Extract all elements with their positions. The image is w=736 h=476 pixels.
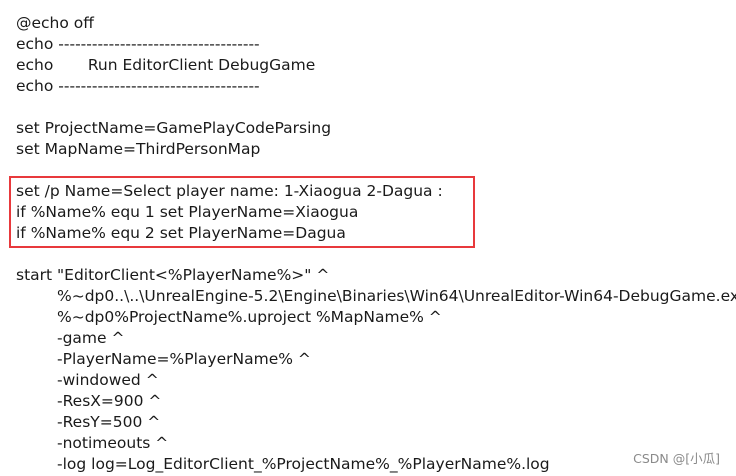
code-line-6: set ProjectName=GamePlayCodeParsing <box>16 119 332 137</box>
code-line-2: echo -----------------------------------… <box>16 35 260 53</box>
code-line-18: -windowed ^ <box>57 371 159 389</box>
code-line-1: @echo off <box>16 14 94 32</box>
code-line-3: echo Run EditorClient DebugGame <box>16 56 316 74</box>
code-line-20: -ResY=500 ^ <box>57 413 161 431</box>
highlight-box <box>9 176 475 248</box>
watermark: CSDN @[小瓜] <box>633 451 720 466</box>
code-line-19: -ResX=900 ^ <box>57 392 162 410</box>
code-line-13: start "EditorClient<%PlayerName%>" ^ <box>16 266 330 284</box>
code-line-15: %~dp0%ProjectName%.uproject %MapName% ^ <box>57 308 442 326</box>
code-line-16: -game ^ <box>57 329 125 347</box>
code-editor: @echo off echo -------------------------… <box>0 0 736 476</box>
code-line-14: %~dp0..\..\UnrealEngine-5.2\Engine\Binar… <box>57 287 736 305</box>
code-line-4: echo -----------------------------------… <box>16 77 260 95</box>
code-line-7: set MapName=ThirdPersonMap <box>16 140 261 158</box>
code-line-21: -notimeouts ^ <box>57 434 169 452</box>
code-line-22: -log log=Log_EditorClient_%ProjectName%_… <box>57 455 550 473</box>
code-line-17: -PlayerName=%PlayerName% ^ <box>57 350 311 368</box>
